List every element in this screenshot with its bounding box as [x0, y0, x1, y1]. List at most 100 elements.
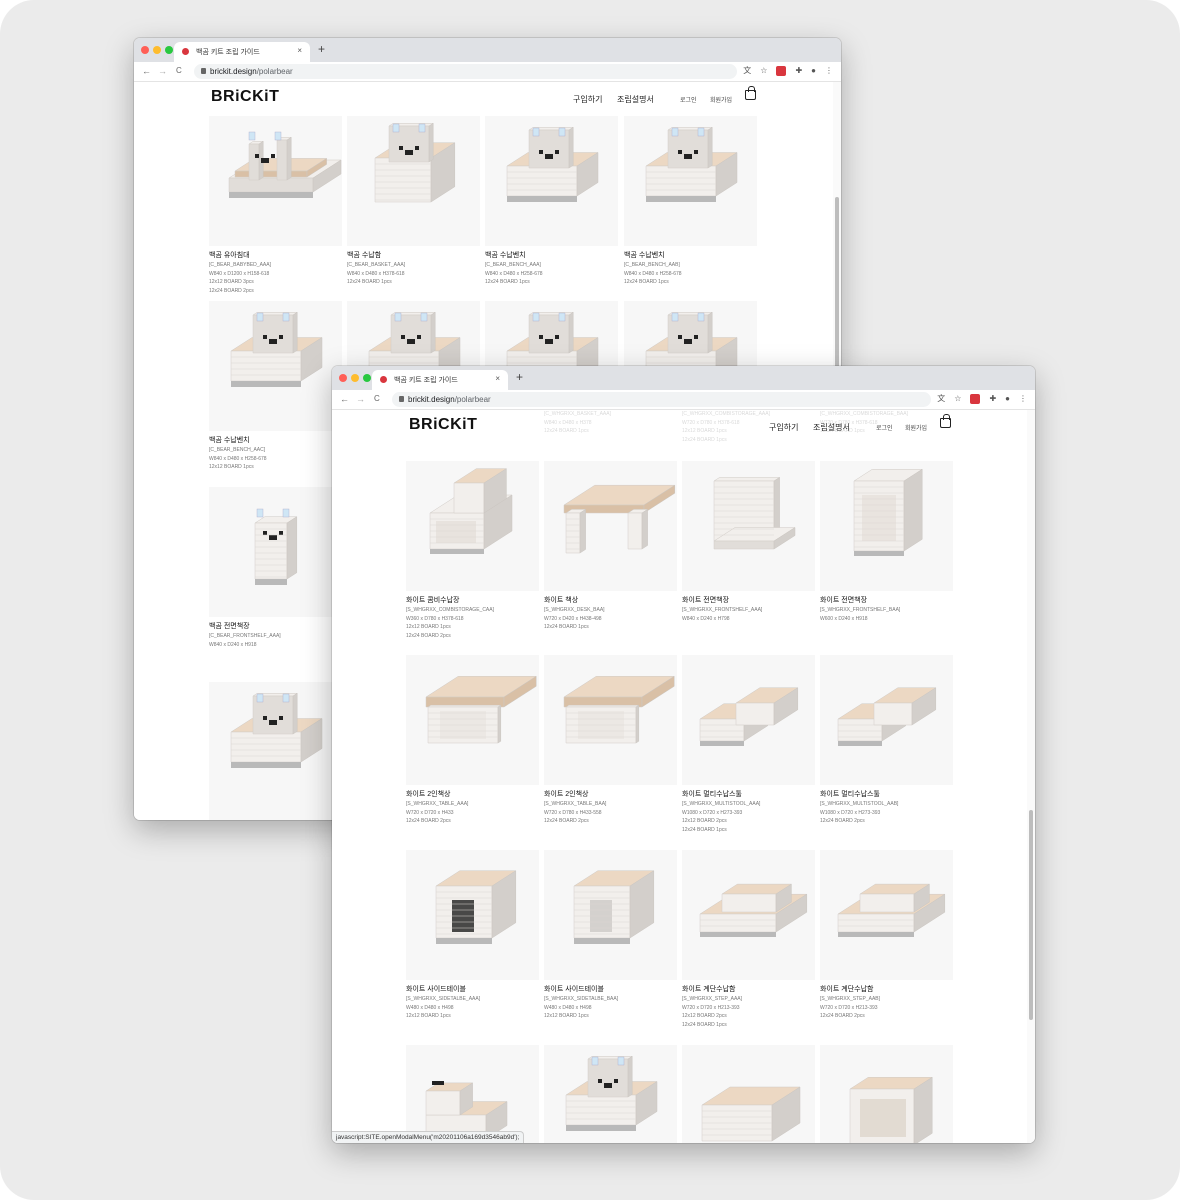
product-thumbnail[interactable]	[682, 1045, 815, 1143]
back-icon[interactable]: ←	[142, 65, 151, 77]
translate-icon[interactable]: 文	[743, 65, 751, 77]
product-thumbnail[interactable]	[209, 116, 342, 246]
product-thumbnail[interactable]	[485, 116, 618, 246]
login-link[interactable]: 로그인	[876, 423, 893, 432]
profile-icon[interactable]: ●	[811, 65, 816, 77]
product-thumbnail[interactable]	[347, 116, 480, 246]
nav-manual-link[interactable]: 조립설명서	[813, 422, 850, 433]
product-card[interactable]	[820, 1045, 953, 1143]
menu-dots-icon[interactable]: ⋮	[825, 65, 833, 77]
tab-close-icon[interactable]: ×	[297, 46, 302, 55]
product-card[interactable]	[406, 1045, 539, 1143]
product-thumbnail[interactable]	[544, 461, 677, 591]
product-thumbnail[interactable]	[209, 487, 342, 617]
product-card[interactable]: 화이트 계단수납함 [S_WHGRXX_STEP_AAB] W720 x D720 …	[820, 850, 953, 1021]
signup-link[interactable]: 회원가입	[710, 95, 732, 104]
bookmark-star-icon[interactable]: ☆	[954, 393, 961, 405]
bookmark-star-icon[interactable]: ☆	[760, 65, 767, 77]
product-thumbnail[interactable]	[544, 1045, 677, 1143]
product-card[interactable]: 화이트 계단수납함 [S_WHGRXX_STEP_AAA] W720 x D720 …	[682, 850, 815, 1029]
scrollbar[interactable]	[1027, 410, 1035, 1143]
product-card[interactable]: 백곰 수납벤치 [C_BEAR_BENCH_AAC] W840 x D480 x H…	[209, 301, 342, 472]
forward-icon[interactable]: →	[356, 393, 365, 405]
product-card[interactable]: 백곰 전면책장 [C_BEAR_FRONTSHELF_AAA] W840 x D24…	[209, 487, 342, 649]
product-card[interactable]: 백곰 수납함 [C_BEAR_BASKET_AAA] W840 x D480 x H…	[347, 116, 480, 287]
puzzle-icon[interactable]: ✚	[795, 65, 802, 77]
product-thumbnail[interactable]	[820, 461, 953, 591]
product-card[interactable]: 화이트 2인책상 [S_WHGRXX_TABLE_AAA] W720 x D720 …	[406, 655, 539, 826]
product-card[interactable]: 화이트 사이드테이블 [S_WHGRXX_SIDETALBE_AAA] W480 x…	[406, 850, 539, 1021]
product-code: [C_BEAR_BASKET_AAA]	[347, 262, 406, 268]
reload-icon[interactable]: C	[374, 393, 380, 405]
scrollbar-thumb[interactable]	[1029, 810, 1033, 1020]
browser-tab[interactable]: 백곰 키트 조립 가이드 ×	[372, 370, 508, 390]
product-card[interactable]: 백곰 수납벤치 [C_BEAR_BENCH_AAB] W840 x D480 x H…	[624, 116, 757, 287]
product-card[interactable]	[209, 682, 342, 820]
close-window-button[interactable]	[339, 374, 347, 382]
reload-icon[interactable]: C	[176, 65, 182, 77]
back-icon[interactable]: ←	[340, 393, 349, 405]
new-tab-button[interactable]: +	[516, 371, 523, 383]
product-thumbnail[interactable]	[544, 850, 677, 980]
product-card[interactable]: 화이트 전면책장 [S_WHGRXX_FRONTSHELF_BAA] W600 x …	[820, 461, 953, 623]
product-thumbnail[interactable]	[682, 655, 815, 785]
puzzle-icon[interactable]: ✚	[989, 393, 996, 405]
signup-link[interactable]: 회원가입	[905, 423, 927, 432]
product-thumbnail[interactable]	[820, 655, 953, 785]
product-card[interactable]: 백곰 유아침대 [C_BEAR_BABYBED_AAA] W840 x D1200 …	[209, 116, 342, 295]
zoom-window-button[interactable]	[363, 374, 371, 382]
address-bar[interactable]: brickit.design/polarbear	[194, 64, 737, 79]
address-bar[interactable]: brickit.design/polarbear	[392, 392, 931, 407]
login-link[interactable]: 로그인	[680, 95, 697, 104]
forward-icon[interactable]: →	[158, 65, 167, 77]
product-thumbnail[interactable]	[406, 461, 539, 591]
brand-logo[interactable]: BRiCKiT	[409, 416, 477, 434]
close-window-button[interactable]	[141, 46, 149, 54]
product-thumbnail[interactable]	[682, 461, 815, 591]
product-thumbnail[interactable]	[406, 850, 539, 980]
minimize-window-button[interactable]	[351, 374, 359, 382]
product-card[interactable]: 화이트 콤비수납장 [S_WHGRXX_COMBISTORAGE_CAA] W360…	[406, 461, 539, 640]
product-card[interactable]: 화이트 멀티수납스툴 [S_WHGRXX_MULTISTOOL_AAA] W1080…	[682, 655, 815, 834]
extension-icon[interactable]	[970, 394, 981, 404]
product-thumbnail[interactable]	[820, 850, 953, 980]
product-card[interactable]: 화이트 책상 [S_WHGRXX_DESK_BAA] W720 x D420 x H…	[544, 461, 677, 632]
product-card[interactable]	[682, 1045, 815, 1143]
product-card[interactable]: 화이트 2인책상 [S_WHGRXX_TABLE_BAA] W720 x D780 …	[544, 655, 677, 826]
product-thumbnail[interactable]	[820, 1045, 953, 1143]
product-thumbnail[interactable]	[624, 116, 757, 246]
nav-manual-link[interactable]: 조립설명서	[617, 94, 654, 105]
product-card[interactable]: 화이트 사이드테이블 [S_WHGRXX_SIDETALBE_BAA] W480 x…	[544, 850, 677, 1021]
traffic-lights	[339, 374, 371, 382]
product-thumbnail[interactable]	[406, 655, 539, 785]
zoom-window-button[interactable]	[165, 46, 173, 54]
browser-tab[interactable]: 백곰 키트 조립 가이드 ×	[174, 42, 310, 62]
new-tab-button[interactable]: +	[318, 43, 325, 55]
cart-icon[interactable]	[940, 414, 951, 428]
brand-logo[interactable]: BRiCKiT	[211, 88, 279, 106]
product-card[interactable]	[544, 1045, 677, 1143]
tab-close-icon[interactable]: ×	[495, 374, 500, 383]
product-thumbnail[interactable]	[544, 655, 677, 785]
nav-buy-link[interactable]: 구입하기	[573, 94, 602, 105]
product-thumbnail[interactable]	[209, 301, 342, 431]
product-thumbnail[interactable]	[682, 850, 815, 980]
product-thumbnail[interactable]	[209, 682, 342, 820]
product-size: W720 x D720 x H213-393	[820, 1004, 878, 1011]
tab-title: 백곰 키트 조립 가이드	[394, 377, 458, 384]
product-boards: 12x12 BOARD 2pcs	[682, 818, 727, 824]
minimize-window-button[interactable]	[153, 46, 161, 54]
nav-buy-link[interactable]: 구입하기	[769, 422, 798, 433]
product-info: 화이트 전면책장 [S_WHGRXX_FRONTSHELF_AAA] W840 x …	[682, 591, 815, 623]
product-thumbnail[interactable]	[406, 1045, 539, 1143]
cart-icon[interactable]	[745, 86, 756, 100]
product-card[interactable]: 화이트 전면책장 [S_WHGRXX_FRONTSHELF_AAA] W840 x …	[682, 461, 815, 623]
product-size: W480 x D480 x H498	[406, 1004, 454, 1011]
product-card[interactable]: 화이트 멀티수납스툴 [S_WHGRXX_MULTISTOOL_AAB] W1080…	[820, 655, 953, 826]
profile-icon[interactable]: ●	[1005, 393, 1010, 405]
menu-dots-icon[interactable]: ⋮	[1019, 393, 1027, 405]
product-card[interactable]: 백곰 수납벤치 [C_BEAR_BENCH_AAA] W840 x D480 x H…	[485, 116, 618, 287]
translate-icon[interactable]: 文	[937, 393, 945, 405]
extension-icon[interactable]	[776, 66, 787, 76]
product-size: W840 x D480 x H258-678	[624, 270, 682, 277]
